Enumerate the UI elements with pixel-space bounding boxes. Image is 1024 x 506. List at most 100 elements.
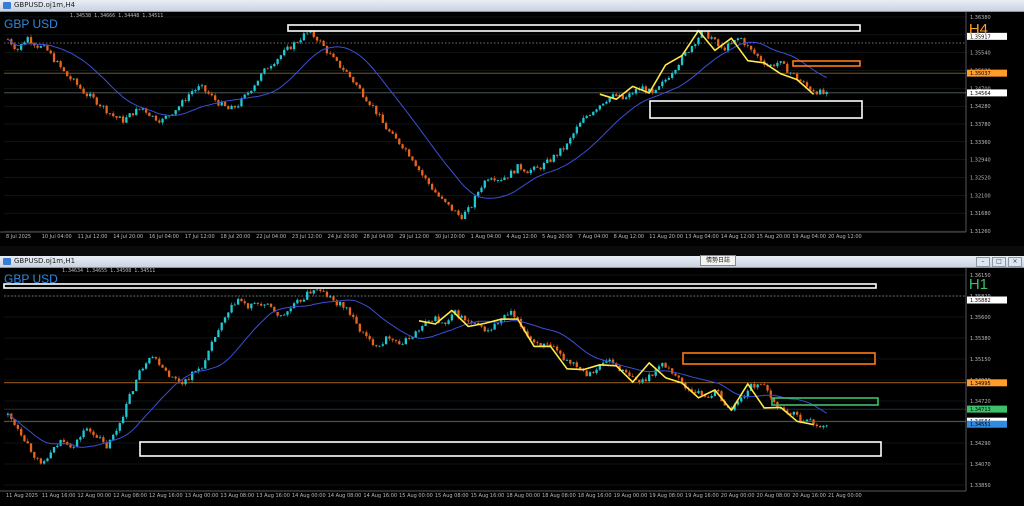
- candle-body: [332, 53, 335, 58]
- candle-body: [20, 428, 23, 436]
- candle-body: [578, 122, 582, 127]
- candle-body: [102, 105, 105, 107]
- candle-body: [276, 59, 279, 64]
- y-tick-label: 1.33850: [970, 483, 991, 489]
- candle-body: [450, 204, 454, 211]
- candle-body: [164, 116, 167, 119]
- x-tick-label: 7 Aug 04:00: [578, 234, 609, 240]
- candle-body: [424, 175, 427, 179]
- x-tick-label: 11 Aug 2025: [6, 493, 38, 499]
- candle-body: [444, 322, 447, 324]
- candle-body: [352, 77, 355, 83]
- candle-body: [115, 430, 118, 435]
- candle-body: [585, 370, 588, 377]
- candle-body: [181, 100, 184, 107]
- candle-body: [194, 90, 197, 92]
- candle-body: [378, 114, 381, 115]
- candle-body: [43, 45, 46, 47]
- candle-body: [240, 98, 243, 107]
- candle-body: [361, 88, 365, 98]
- candle-body: [624, 97, 628, 100]
- candle-body: [674, 373, 677, 376]
- candle-body: [480, 187, 483, 192]
- moving-average-line: [7, 299, 827, 448]
- y-tick-label: 1.33360: [970, 140, 991, 146]
- candle-body: [503, 177, 506, 180]
- candle-body: [657, 366, 661, 370]
- h1-candlestick-chart[interactable]: 1.361501.358201.356001.353801.351501.349…: [0, 267, 1024, 506]
- candle-body: [131, 391, 135, 395]
- candle-body: [572, 133, 575, 139]
- candle-body: [82, 430, 85, 438]
- journal-tooltip[interactable]: 情勢日誌: [700, 255, 736, 266]
- candle-body: [263, 68, 266, 74]
- candle-body: [250, 90, 253, 93]
- candle-body: [263, 304, 266, 306]
- candle-body: [815, 424, 818, 426]
- candle-body: [26, 441, 29, 444]
- x-tick-label: 13 Aug 04:00: [685, 234, 719, 240]
- candle-body: [401, 144, 404, 149]
- x-tick-label: 18 Aug 08:00: [542, 493, 576, 499]
- candle-body: [43, 461, 46, 464]
- candle-body: [460, 315, 463, 318]
- candle-body: [680, 55, 684, 65]
- candle-body: [85, 93, 89, 97]
- h4-orange-zone: [792, 60, 861, 67]
- candle-body: [450, 314, 454, 321]
- candle-body: [805, 82, 809, 87]
- price-label-text: 1.34551: [970, 422, 991, 428]
- x-tick-label: 12 Aug 16:00: [149, 493, 183, 499]
- candle-body: [118, 423, 121, 431]
- grid: [4, 274, 966, 486]
- candle-body: [384, 336, 388, 345]
- candle-body: [690, 46, 694, 53]
- candle-body: [509, 310, 513, 315]
- candle-body: [200, 85, 204, 87]
- candle-body: [391, 131, 394, 134]
- candle-body: [260, 303, 263, 306]
- y-tick-label: 1.35380: [970, 336, 991, 342]
- candle-body: [92, 93, 95, 98]
- x-tick-label: 29 Jul 12:00: [399, 234, 429, 240]
- x-tick-label: 11 Jul 12:00: [77, 234, 107, 240]
- candle-body: [496, 323, 500, 325]
- y-tick-label: 1.34070: [970, 462, 991, 468]
- candle-body: [345, 307, 348, 309]
- candle-body: [532, 339, 536, 343]
- maximize-icon[interactable]: □: [992, 257, 1006, 267]
- candle-body: [513, 170, 516, 174]
- x-tick-label: 14 Aug 00:00: [292, 493, 326, 499]
- minimize-icon[interactable]: –: [976, 257, 990, 267]
- x-tick-label: 8 Jul 2025: [6, 234, 31, 240]
- candle-body: [398, 341, 401, 345]
- candle-body: [378, 345, 381, 347]
- h1-green-zone: [771, 397, 879, 406]
- candles: [6, 288, 828, 465]
- candle-body: [158, 120, 161, 123]
- candle-body: [121, 416, 125, 424]
- close-icon[interactable]: ×: [1008, 257, 1022, 267]
- candle-body: [207, 91, 210, 94]
- y-tick-label: 1.35540: [970, 51, 991, 57]
- candle-body: [95, 97, 98, 105]
- candle-body: [440, 196, 444, 199]
- h4-candlestick-chart[interactable]: 1.363801.359601.355401.351201.347001.342…: [0, 11, 1024, 246]
- candle-body: [125, 403, 128, 417]
- candle-body: [302, 299, 306, 302]
- price-label-text: 1.34713: [970, 407, 991, 413]
- candle-body: [269, 66, 273, 69]
- candle-body: [210, 341, 214, 351]
- candle-body: [177, 106, 181, 111]
- h4-chart-window[interactable]: GBPUSD.oj1m,H4 1.363801.359601.355401.35…: [0, 0, 1024, 246]
- candle-body: [638, 379, 641, 383]
- candle-body: [220, 322, 223, 331]
- x-tick-label: 12 Aug 00:00: [77, 493, 111, 499]
- candle-body: [447, 320, 450, 324]
- candle-body: [269, 303, 273, 307]
- y-tick-label: 1.32940: [970, 158, 991, 164]
- candle-body: [582, 117, 585, 123]
- candle-body: [753, 49, 756, 54]
- candle-body: [407, 149, 411, 157]
- h1-chart-window[interactable]: GBPUSD.oj1m,H1 – □ × 1.361501.358201.356…: [0, 256, 1024, 506]
